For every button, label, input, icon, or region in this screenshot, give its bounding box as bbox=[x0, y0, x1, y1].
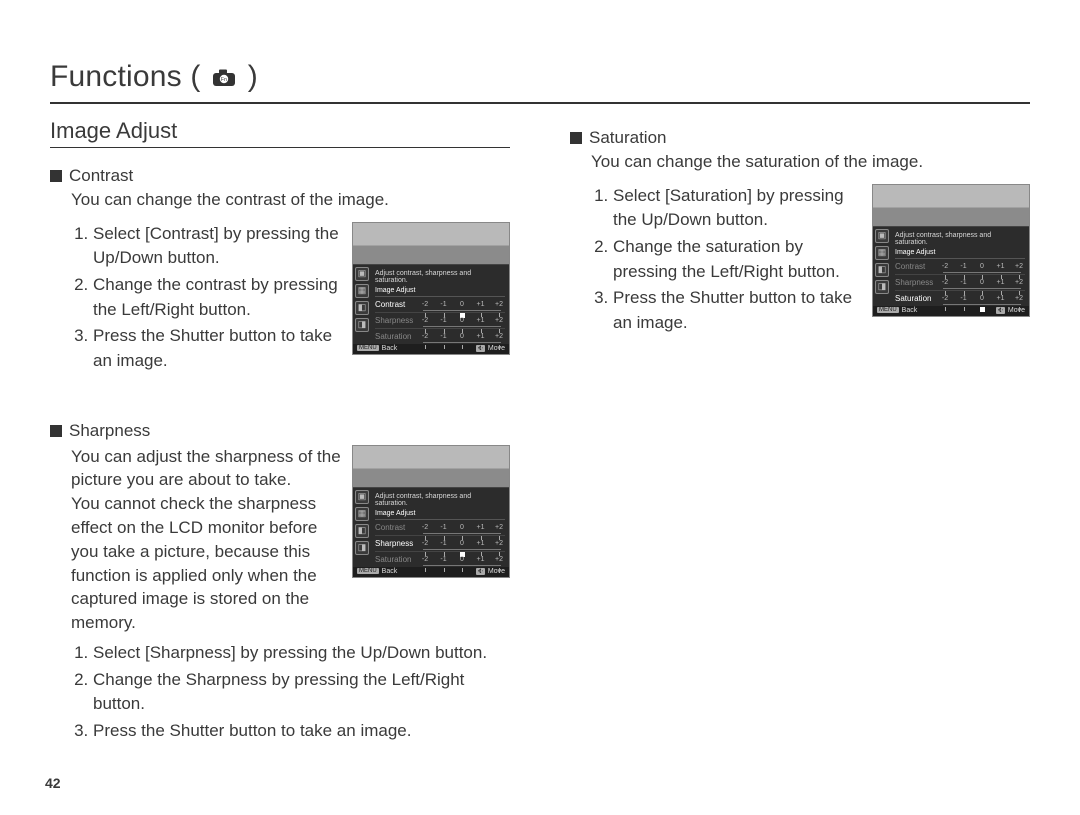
sharpness-title: Sharpness bbox=[69, 421, 150, 440]
lcd-icon: ▣ bbox=[355, 267, 369, 281]
lcd-icon: ◧ bbox=[355, 301, 369, 315]
lcd-menu-title: Image Adjust bbox=[375, 286, 505, 297]
page-number: 42 bbox=[45, 775, 61, 791]
page-title: Functions ( Fn ) bbox=[50, 60, 1030, 104]
lcd-hint: Adjust contrast, sharpness and saturatio… bbox=[895, 231, 1025, 248]
contrast-step-3: Press the Shutter button to take an imag… bbox=[93, 324, 342, 373]
lcd-icon: ▦ bbox=[355, 507, 369, 521]
saturation-steps: Select [Saturation] by pressing the Up/D… bbox=[591, 184, 862, 338]
section-heading: Image Adjust bbox=[50, 118, 510, 148]
slider-saturation: Saturation -2 -1 0 +1 +2 bbox=[375, 329, 505, 344]
slider-saturation: Saturation -2 -1 0 +1 +2 bbox=[375, 552, 505, 567]
lcd-screenshot-sharpness: ▣ ▦ ◧ ◨ Adjust contrast, sharpness and s… bbox=[352, 445, 510, 578]
saturation-title: Saturation bbox=[589, 128, 667, 147]
slider-saturation: Saturation -2 -1 0 +1 +2 bbox=[895, 291, 1025, 306]
lcd-menu-title: Image Adjust bbox=[895, 248, 1025, 259]
sharpness-desc-2: You cannot check the sharpness effect on… bbox=[71, 492, 342, 635]
contrast-block: Contrast You can change the contrast of … bbox=[50, 166, 510, 376]
lcd-icon: ◧ bbox=[355, 524, 369, 538]
lcd-hint: Adjust contrast, sharpness and saturatio… bbox=[375, 269, 505, 286]
lcd-back: MENUBack bbox=[877, 307, 917, 314]
saturation-desc: You can change the saturation of the ima… bbox=[591, 150, 1030, 174]
lcd-icon: ▣ bbox=[355, 490, 369, 504]
lcd-icon: ▦ bbox=[875, 246, 889, 260]
sharpness-steps: Select [Sharpness] by pressing the Up/Do… bbox=[71, 641, 510, 744]
sharpness-step-3: Press the Shutter button to take an imag… bbox=[93, 719, 510, 744]
left-column: Image Adjust Contrast You can change the… bbox=[50, 118, 510, 774]
slider-contrast: Contrast -2 -1 0 +1 +2 bbox=[375, 520, 505, 536]
slider-sharpness: Sharpness -2 -1 0 +1 +2 bbox=[375, 536, 505, 552]
sharpness-step-2: Change the Sharpness by pressing the Lef… bbox=[93, 668, 510, 717]
contrast-step-1: Select [Contrast] by pressing the Up/Dow… bbox=[93, 222, 342, 271]
lcd-icon: ◨ bbox=[355, 318, 369, 332]
svg-text:Fn: Fn bbox=[221, 77, 227, 83]
sharpness-heading: Sharpness bbox=[50, 421, 510, 441]
saturation-heading: Saturation bbox=[570, 128, 1030, 148]
bullet-square-icon bbox=[570, 132, 582, 144]
title-prefix: Functions ( bbox=[50, 60, 201, 93]
saturation-step-2: Change the saturation by pressing the Le… bbox=[613, 235, 862, 284]
lcd-back: MENUBack bbox=[357, 345, 397, 352]
contrast-desc: You can change the contrast of the image… bbox=[71, 188, 510, 212]
right-column: Saturation You can change the saturation… bbox=[570, 118, 1030, 774]
lcd-icon: ▦ bbox=[355, 284, 369, 298]
slider-contrast: Contrast -2 -1 0 +1 +2 bbox=[895, 259, 1025, 275]
lcd-icon: ◨ bbox=[355, 541, 369, 555]
lcd-hint: Adjust contrast, sharpness and saturatio… bbox=[375, 492, 505, 509]
lcd-back: MENUBack bbox=[357, 568, 397, 575]
camera-icon: Fn bbox=[211, 62, 237, 96]
saturation-step-1: Select [Saturation] by pressing the Up/D… bbox=[613, 184, 862, 233]
lcd-screenshot-contrast: ▣ ▦ ◧ ◨ Adjust contrast, sharpness and s… bbox=[352, 222, 510, 355]
bullet-square-icon bbox=[50, 425, 62, 437]
slider-sharpness: Sharpness -2 -1 0 +1 +2 bbox=[895, 275, 1025, 291]
lcd-icon: ◧ bbox=[875, 263, 889, 277]
sharpness-step-1: Select [Sharpness] by pressing the Up/Do… bbox=[93, 641, 510, 666]
saturation-step-3: Press the Shutter button to take an imag… bbox=[613, 286, 862, 335]
lcd-screenshot-saturation: ▣ ▦ ◧ ◨ Adjust contrast, sharpness and s… bbox=[872, 184, 1030, 317]
lcd-icon: ◨ bbox=[875, 280, 889, 294]
lcd-menu-title: Image Adjust bbox=[375, 509, 505, 520]
title-suffix: ) bbox=[248, 60, 258, 93]
sharpness-block: Sharpness You can adjust the sharpness o… bbox=[50, 421, 510, 744]
contrast-heading: Contrast bbox=[50, 166, 510, 186]
contrast-title: Contrast bbox=[69, 166, 133, 185]
lcd-icon: ▣ bbox=[875, 229, 889, 243]
sharpness-desc-1: You can adjust the sharpness of the pict… bbox=[71, 445, 342, 493]
contrast-step-2: Change the contrast by pressing the Left… bbox=[93, 273, 342, 322]
slider-contrast: Contrast -2 -1 0 +1 +2 bbox=[375, 297, 505, 313]
bullet-square-icon bbox=[50, 170, 62, 182]
contrast-steps: Select [Contrast] by pressing the Up/Dow… bbox=[71, 222, 342, 376]
saturation-block: Saturation You can change the saturation… bbox=[570, 128, 1030, 338]
slider-sharpness: Sharpness -2 -1 0 +1 +2 bbox=[375, 313, 505, 329]
